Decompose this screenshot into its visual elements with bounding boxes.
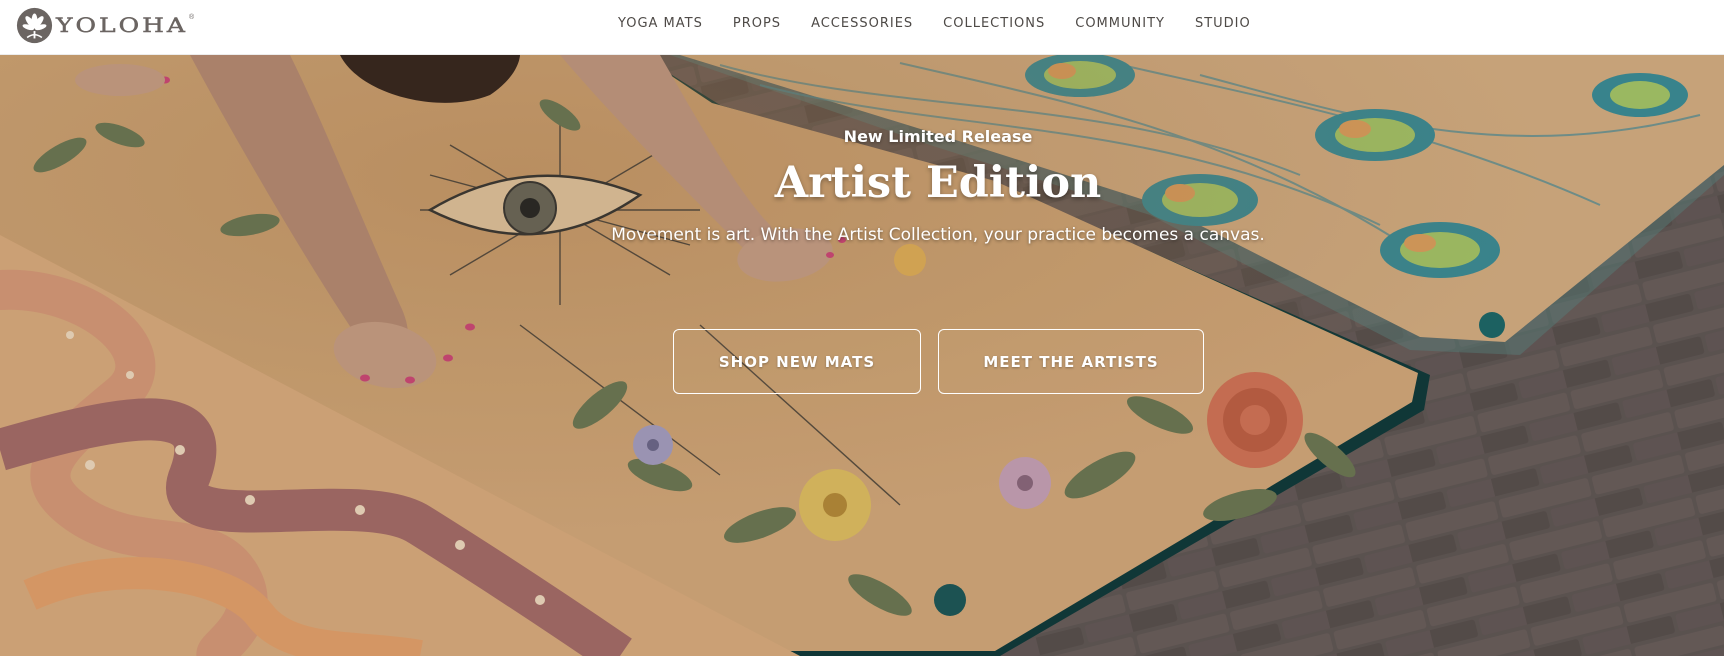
shop-new-mats-button[interactable]: SHOP NEW MATS	[673, 329, 921, 394]
nav-item-yoga-mats[interactable]: YOGA MATS	[618, 16, 703, 31]
nav-item-accessories[interactable]: ACCESSORIES	[811, 16, 913, 31]
nav-item-studio[interactable]: STUDIO	[1195, 16, 1251, 31]
nav-item-collections[interactable]: COLLECTIONS	[943, 16, 1045, 31]
meet-the-artists-button[interactable]: MEET THE ARTISTS	[938, 329, 1204, 394]
site-header: YOLOHA ® YOGA MATS PROPS ACCESSORIES COL…	[0, 0, 1724, 55]
brand-logo[interactable]: YOLOHA ®	[16, 6, 194, 44]
nav-item-props[interactable]: PROPS	[733, 16, 781, 31]
brand-wordmark: YOLOHA	[56, 13, 188, 37]
lotus-logo-icon	[16, 7, 53, 43]
hero-banner: New Limited Release Artist Edition Movem…	[0, 55, 1724, 656]
nav-item-community[interactable]: COMMUNITY	[1075, 16, 1165, 31]
main-nav: YOGA MATS PROPS ACCESSORIES COLLECTIONS …	[618, 0, 1281, 47]
registered-mark: ®	[188, 14, 195, 21]
